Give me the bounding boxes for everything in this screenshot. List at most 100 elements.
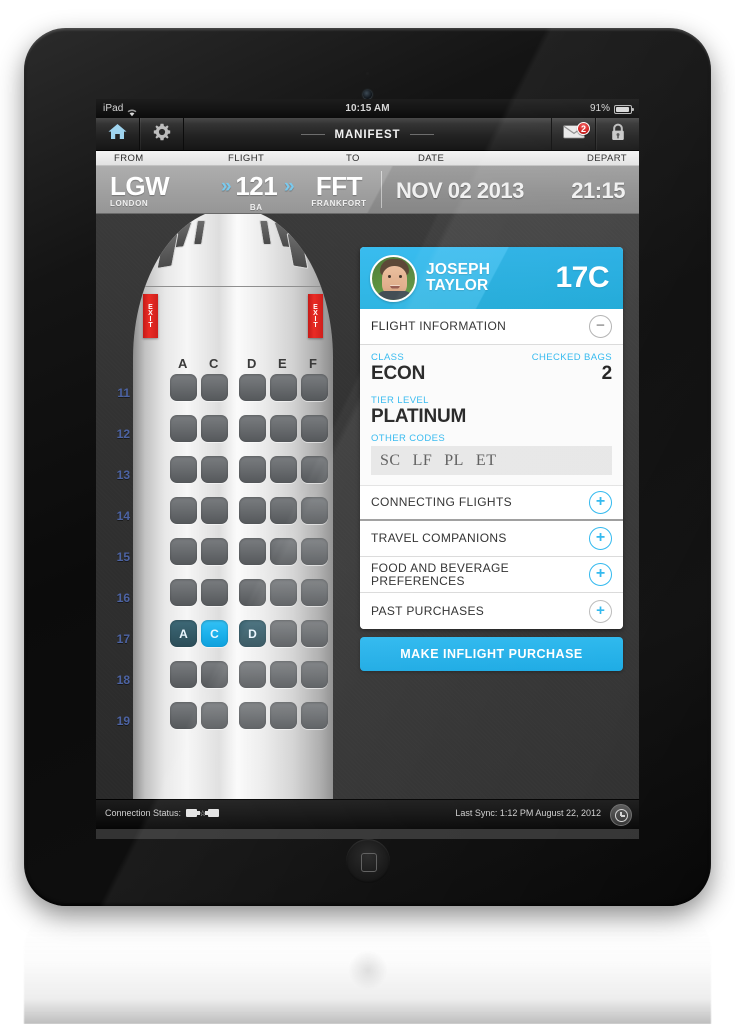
avatar-eye-right [399,274,402,278]
row-number-19: 19 [116,714,130,728]
avatar-shirt [376,290,413,300]
reflection-home-glow [347,950,388,990]
seat-12C[interactable] [201,415,228,442]
clock-icon [614,808,628,822]
seat-14D[interactable] [239,497,266,524]
other-codes-list: SC LF PL ET [371,446,612,475]
seat-11F[interactable] [301,374,328,401]
app-screen: iPad 10:15 AM 91% MANIFEST 2 FROM FLIGHT… [96,99,639,839]
seat-13F[interactable] [301,456,328,483]
other-code-pl: PL [444,451,464,469]
seat-14C[interactable] [201,497,228,524]
seat-13C[interactable] [201,456,228,483]
seat-17F[interactable] [301,620,328,647]
seat-17A[interactable]: A [170,620,197,647]
mail-unread-badge: 2 [577,122,590,135]
seat-17E[interactable] [270,620,297,647]
seat-12D[interactable] [239,415,266,442]
seat-16F[interactable] [301,579,328,606]
section-past-purchases[interactable]: PAST PURCHASES + [360,593,623,629]
seat-19E[interactable] [270,702,297,729]
section-food-and-beverage-preferences[interactable]: FOOD AND BEVERAGE PREFERENCES + [360,557,623,593]
seat-18E[interactable] [270,661,297,688]
ipad-device: iPad 10:15 AM 91% MANIFEST 2 FROM FLIGHT… [24,28,711,906]
tier-level-label: TIER LEVEL [371,395,429,406]
exit-door-left: EXIT [143,294,158,338]
seat-13A[interactable] [170,456,197,483]
title-dash-right [410,134,435,135]
seat-14E[interactable] [270,497,297,524]
section-travel-companions[interactable]: TRAVEL COMPANIONS + [360,521,623,557]
aircraft-seatmap[interactable]: EXIT EXIT ACDEF ACD [133,214,333,799]
origin-block: LGW LONDON [110,172,170,208]
plus-icon[interactable]: + [589,563,612,586]
mail-nav-button[interactable]: 2 [551,118,595,150]
seat-11D[interactable] [239,374,266,401]
seat-12E[interactable] [270,415,297,442]
seat-14A[interactable] [170,497,197,524]
last-sync-label: Last Sync: 1:12 PM August 22, 2012 [455,808,601,818]
seat-12F[interactable] [301,415,328,442]
seat-19A[interactable] [170,702,197,729]
home-button[interactable] [345,839,390,883]
seat-19D[interactable] [239,702,266,729]
flight-information-body: CLASS ECON CHECKED BAGS 2 TIER LEVEL PLA… [360,345,623,485]
seat-18A[interactable] [170,661,197,688]
seat-16E[interactable] [270,579,297,606]
seat-18C[interactable] [201,661,228,688]
front-camera-icon [363,90,372,99]
row-number-cell: 14 [96,503,133,544]
seat-11E[interactable] [270,374,297,401]
seat-11A[interactable] [170,374,197,401]
section-connecting-flights[interactable]: CONNECTING FLIGHTS + [360,485,623,521]
seat-12A[interactable] [170,415,197,442]
seat-15D[interactable] [239,538,266,565]
depart-time-block: 21:15 [571,177,625,205]
cockpit-window-icon [193,220,206,245]
seat-17D[interactable]: D [239,620,266,647]
seat-15F[interactable] [301,538,328,565]
seat-15A[interactable] [170,538,197,565]
checked-bags-field: CHECKED BAGS 2 [532,352,612,384]
seat-13D[interactable] [239,456,266,483]
plus-icon[interactable]: + [589,491,612,514]
lock-nav-button[interactable] [595,118,639,150]
flight-summary-bar[interactable]: LGW LONDON » 121 » BA FFT FRANKFORT NOV … [96,166,639,214]
seat-16C[interactable] [201,579,228,606]
make-inflight-purchase-button[interactable]: MAKE INFLIGHT PURCHASE [360,637,623,671]
flight-bar-divider [381,171,382,208]
section-flight-information[interactable]: FLIGHT INFORMATION − [360,309,623,345]
seat-15C[interactable] [201,538,228,565]
flight-date: NOV 02 2013 [396,178,524,203]
seat-14F[interactable] [301,497,328,524]
seat-row-14 [133,497,333,538]
checked-bags-label: CHECKED BAGS [531,352,612,363]
sync-now-button[interactable] [610,804,632,826]
seat-15E[interactable] [270,538,297,565]
seat-18F[interactable] [301,661,328,688]
seat-16A[interactable] [170,579,197,606]
seat-18D[interactable] [239,661,266,688]
checked-bags-value: 2 [601,363,613,384]
seat-row-numbers: 11 12 13 14 15 16 17 18 19 [96,380,133,749]
seat-19C[interactable] [201,702,228,729]
status-bar-clock: 10:15 AM [345,103,390,114]
seat-17C[interactable]: C [201,620,228,647]
seat-19F[interactable] [301,702,328,729]
home-nav-button[interactable] [96,118,140,150]
cockpit-windows [133,214,333,282]
settings-nav-button[interactable] [140,118,184,150]
seat-column-letter-c: C [209,356,219,371]
section-title: FOOD AND BEVERAGE PREFERENCES [371,560,509,588]
seat-13E[interactable] [270,456,297,483]
passenger-first-name: JOSEPH [426,261,491,278]
page-title: MANIFEST [334,128,401,141]
seat-16D[interactable] [239,579,266,606]
plus-icon[interactable]: + [589,599,612,623]
minus-icon[interactable]: − [589,315,612,338]
plus-icon[interactable]: + [589,527,612,550]
seat-11C[interactable] [201,374,228,401]
exit-label-left: EXIT [147,304,154,328]
passenger-card-header[interactable]: JOSEPH TAYLOR 17C [360,247,623,309]
destination-code: FFT [315,171,363,201]
